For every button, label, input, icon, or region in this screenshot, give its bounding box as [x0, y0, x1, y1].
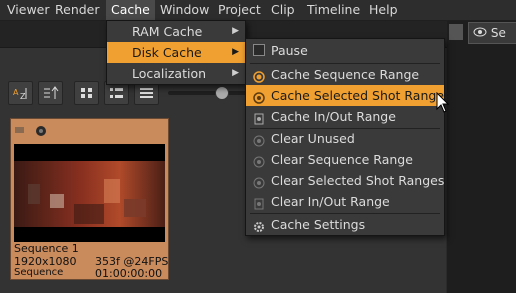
menu-item-cache-selected-shot-ranges[interactable]: Cache Selected Shot Ranges — [246, 85, 451, 106]
clear-icon — [253, 153, 265, 168]
menu-cache[interactable]: Cache — [106, 0, 155, 20]
menu-item-label: Clear In/Out Range — [271, 194, 390, 209]
menu-item-label: Cache Sequence Range — [271, 67, 420, 82]
slider-handle[interactable] — [215, 86, 229, 100]
thumbnail-picture — [14, 161, 165, 227]
menu-item-cache-sequence-range[interactable]: Cache Sequence Range — [246, 64, 444, 85]
clear-icon — [253, 174, 265, 189]
tab-viewer[interactable]: Se — [468, 22, 516, 44]
thumbnail-size-slider[interactable] — [168, 91, 248, 95]
menu-help[interactable]: Help — [364, 0, 403, 20]
menu-item-localization[interactable]: Localization ▶ — [107, 63, 245, 84]
menu-item-label: Disk Cache — [132, 45, 202, 60]
grid-view-button[interactable] — [74, 81, 99, 105]
clear-icon — [253, 195, 265, 210]
sort-order-button[interactable] — [38, 81, 63, 105]
menu-item-ram-cache[interactable]: RAM Cache ▶ — [107, 21, 245, 42]
list-view-icon — [140, 88, 153, 98]
menu-window[interactable]: Window — [155, 0, 214, 20]
disk-cache-submenu: Pause Cache Sequence Range Cache Selecte… — [245, 38, 451, 236]
gear-icon — [253, 218, 265, 232]
viewer-panel — [447, 21, 516, 293]
menu-item-clear-sequence-range[interactable]: Clear Sequence Range — [246, 149, 444, 170]
clip-thumbnail-card[interactable]: Sequence 1 1920x1080 353f @24FPS Sequenc… — [10, 118, 169, 280]
clip-status-icons — [15, 126, 46, 136]
inout-icon — [253, 110, 265, 125]
menu-item-label: Clear Selected Shot Ranges — [271, 173, 445, 188]
menu-item-label: Localization — [132, 66, 207, 81]
svg-text:Z: Z — [20, 92, 26, 101]
menu-item-label: Clear Sequence Range — [271, 152, 413, 167]
sort-az-icon: A Z — [13, 88, 27, 101]
panel-handle-icon[interactable] — [449, 24, 463, 40]
menu-item-label: Pause — [271, 43, 308, 58]
menu-item-clear-in-out-range[interactable]: Clear In/Out Range — [246, 191, 444, 212]
grid-view-icon — [81, 88, 92, 98]
svg-text:A: A — [13, 88, 19, 97]
menu-item-label: RAM Cache — [132, 24, 203, 39]
radio-on-icon — [253, 68, 265, 83]
menu-item-disk-cache[interactable]: Disk Cache ▶ — [107, 42, 245, 63]
clip-header — [11, 119, 168, 141]
clip-timecode: 01:00:00:00 — [95, 267, 163, 280]
menu-item-clear-selected-shot-ranges[interactable]: Clear Selected Shot Ranges — [246, 170, 444, 191]
sort-az-button[interactable]: A Z — [8, 81, 33, 105]
cache-menu: RAM Cache ▶ Disk Cache ▶ Localization ▶ — [106, 20, 246, 85]
clip-thumbnail-image — [14, 144, 165, 242]
menu-item-label: Clear Unused — [271, 131, 355, 146]
menu-viewer[interactable]: Viewer — [2, 0, 55, 20]
eye-icon — [473, 23, 487, 43]
menu-timeline[interactable]: Timeline — [302, 0, 365, 20]
menu-item-cache-settings[interactable]: Cache Settings — [246, 214, 444, 235]
menu-item-clear-unused[interactable]: Clear Unused — [246, 128, 444, 149]
menubar: Viewer Render Cache Window Project Clip … — [0, 0, 516, 21]
detail-view-icon — [110, 88, 123, 98]
clip-type: Sequence — [14, 267, 64, 278]
menu-item-label: Cache Settings — [271, 217, 366, 232]
clip-name: Sequence 1 — [14, 242, 79, 255]
submenu-arrow-icon: ▶ — [232, 47, 239, 57]
menu-render[interactable]: Render — [50, 0, 105, 20]
checkbox-icon[interactable] — [253, 44, 265, 56]
sort-order-icon — [44, 86, 59, 99]
menu-project[interactable]: Project — [213, 0, 266, 20]
tab-viewer-label: Se — [490, 26, 506, 40]
spinner-icon — [253, 89, 265, 104]
mouse-cursor-icon — [436, 92, 450, 113]
menu-item-pause[interactable]: Pause — [246, 40, 444, 61]
menu-item-label: Cache Selected Shot Ranges — [271, 88, 451, 103]
menu-item-cache-in-out-range[interactable]: Cache In/Out Range — [246, 106, 444, 127]
submenu-arrow-icon: ▶ — [232, 68, 239, 78]
menu-item-label: Cache In/Out Range — [271, 109, 396, 124]
submenu-arrow-icon: ▶ — [232, 26, 239, 36]
clear-icon — [253, 132, 265, 147]
menu-clip[interactable]: Clip — [266, 0, 300, 20]
